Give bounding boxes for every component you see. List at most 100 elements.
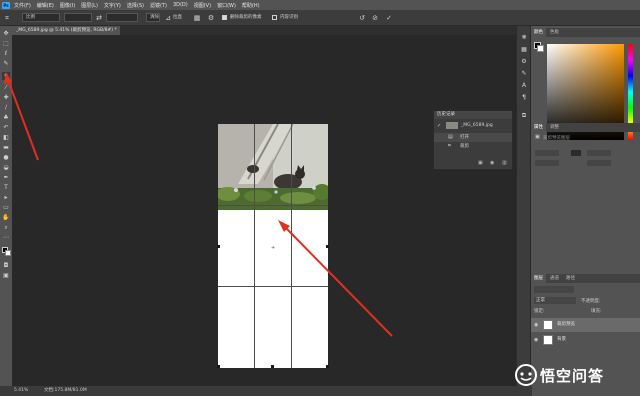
overlay-grid-icon[interactable]: ▦	[193, 14, 201, 22]
straighten-label[interactable]: 拉直	[173, 14, 182, 22]
adjustments-panel-icon[interactable]: ⚙	[520, 58, 528, 66]
menu-help[interactable]: 帮助(H)	[242, 2, 260, 9]
camera-icon[interactable]: ◉	[490, 160, 494, 166]
layer-name[interactable]: 裁剪预览	[557, 318, 575, 332]
canvas-area[interactable]: +	[12, 35, 532, 386]
snapshot-label: _MG_6589.jpg	[461, 123, 493, 128]
eyedropper-tool-icon[interactable]: ⁄	[2, 84, 10, 92]
tab-swatches[interactable]: 色板	[547, 28, 562, 37]
crop-tool-icon[interactable]: ⌗	[3, 14, 11, 22]
menu-select[interactable]: 选择(S)	[127, 2, 144, 9]
document-canvas[interactable]: +	[217, 124, 329, 368]
menu-image[interactable]: 图像(I)	[60, 2, 75, 9]
layers-panel-tabs: 图层 通道 路径	[531, 274, 640, 283]
gear-icon[interactable]: ⚙	[207, 14, 215, 22]
tab-layers[interactable]: 图层	[531, 274, 546, 283]
commit-check-icon[interactable]: ✓	[385, 14, 393, 22]
hand-tool-icon[interactable]: ✋	[2, 214, 10, 222]
history-brush-tool-icon[interactable]: ↶	[2, 124, 10, 132]
blur-tool-icon[interactable]: ●	[2, 154, 10, 162]
clear-button[interactable]: 清除	[146, 13, 160, 22]
menu-type[interactable]: 文字(Y)	[104, 2, 121, 9]
panel-background-swatch[interactable]	[537, 45, 544, 52]
move-tool-icon[interactable]: ✥	[2, 30, 10, 38]
layer-name[interactable]: 背景	[557, 333, 566, 347]
properties-x-field[interactable]	[535, 160, 559, 166]
ratio-select[interactable]: 比例	[22, 13, 60, 22]
type-tool-icon[interactable]: T	[2, 184, 10, 192]
character-panel-icon[interactable]: A	[520, 82, 528, 90]
menu-3d[interactable]: 3D(D)	[173, 2, 188, 8]
blend-mode-select[interactable]: 正常	[534, 297, 576, 304]
swatches-panel-icon[interactable]: ▦	[520, 46, 528, 54]
more-tools-icon[interactable]: ⋯	[2, 234, 10, 242]
tab-paths[interactable]: 路径	[563, 274, 578, 283]
menu-layer[interactable]: 图层(L)	[81, 2, 98, 9]
options-bar: ⌗ 比例 ⇄ 清除 ⊿ 拉直 ▦ ⚙ 删除裁剪的像素 内容识别 ↺ ⊘ ✓	[0, 10, 640, 26]
tab-adjustments[interactable]: 调整	[547, 123, 562, 132]
swap-icon[interactable]: ⇄	[95, 14, 103, 22]
background-color-swatch[interactable]	[5, 250, 11, 256]
pen-tool-icon[interactable]: ✒	[2, 174, 10, 182]
straighten-icon[interactable]: ⊿	[164, 14, 172, 22]
tab-properties[interactable]: 属性	[531, 123, 546, 132]
zoom-tool-icon[interactable]: ⌕	[2, 224, 10, 232]
color-panel-icon[interactable]: ❋	[520, 34, 528, 42]
content-aware-checkbox[interactable]	[272, 15, 277, 20]
crop-handle-bottom-right[interactable]	[326, 365, 329, 368]
menu-view[interactable]: 视图(V)	[194, 2, 211, 9]
paragraph-panel-icon[interactable]: ¶	[520, 94, 528, 102]
history-item[interactable]: ▤ 打开	[434, 133, 512, 142]
delete-cropped-checkbox[interactable]	[222, 15, 227, 20]
menu-file[interactable]: 文件(F)	[14, 2, 31, 9]
dodge-tool-icon[interactable]: ◒	[2, 164, 10, 172]
properties-y-field[interactable]	[587, 160, 611, 166]
history-item[interactable]: ⌗ 裁剪	[434, 142, 512, 151]
cancel-icon[interactable]: ⊘	[371, 14, 379, 22]
content-aware-label[interactable]: 内容识别	[280, 14, 298, 22]
trash-icon[interactable]: ▥	[502, 160, 507, 166]
healing-brush-tool-icon[interactable]: ✚	[2, 94, 10, 102]
tab-color[interactable]: 颜色	[531, 28, 546, 37]
reset-icon[interactable]: ↺	[358, 14, 366, 22]
gradient-tool-icon[interactable]: ▬	[2, 144, 10, 152]
tab-channels[interactable]: 通道	[547, 274, 562, 283]
properties-height-field[interactable]	[587, 150, 611, 156]
crop-handle-right[interactable]	[326, 245, 329, 248]
menu-edit[interactable]: 编辑(E)	[37, 2, 54, 9]
crop-tool-icon-active[interactable]: ⌗	[2, 72, 10, 80]
watermark-text: 悟空问答	[540, 367, 605, 385]
new-document-icon[interactable]: ▣	[478, 160, 483, 166]
document-tab[interactable]: _MG_6589.jpg @ 5.41% (裁剪预览, RGB/8#) *	[12, 26, 120, 35]
menu-window[interactable]: 窗口(W)	[217, 2, 236, 9]
history-panel-icon[interactable]: ⧉	[520, 112, 528, 120]
menu-filter[interactable]: 滤镜(T)	[150, 2, 167, 9]
rectangle-tool-icon[interactable]: ▭	[2, 204, 10, 212]
brush-tool-icon[interactable]: ∕	[2, 104, 10, 112]
link-icon[interactable]	[571, 150, 581, 156]
properties-width-field[interactable]	[535, 150, 559, 156]
zoom-level[interactable]: 5.41%	[14, 388, 28, 394]
marquee-tool-icon[interactable]: ⬚	[2, 40, 10, 48]
crop-handle-bottom[interactable]	[271, 365, 274, 368]
brush-panel-icon[interactable]: ✎	[520, 70, 528, 78]
quick-select-tool-icon[interactable]: ✎	[2, 60, 10, 68]
quick-mask-icon[interactable]: ◘	[2, 262, 10, 270]
screen-mode-icon[interactable]: ▣	[2, 272, 10, 280]
height-field[interactable]	[106, 13, 138, 22]
layer-row[interactable]: ◉ 背景	[531, 333, 640, 347]
width-field[interactable]	[64, 13, 92, 22]
delete-cropped-label[interactable]: 删除裁剪的像素	[230, 14, 262, 22]
layer-row[interactable]: ◉ 裁剪预览	[531, 318, 640, 332]
eraser-tool-icon[interactable]: ◧	[2, 134, 10, 142]
tools-panel: ✥ ⬚ ℓ ✎ ⌗ ⁄ ✚ ∕ ♣ ↶ ◧ ▬ ● ◒ ✒ T ▸ ▭ ✋ ⌕ …	[0, 26, 12, 386]
eye-icon[interactable]: ◉	[534, 333, 538, 347]
path-select-tool-icon[interactable]: ▸	[2, 194, 10, 202]
crop-handle-left[interactable]	[217, 245, 220, 248]
history-snapshot[interactable]: ✓ _MG_6589.jpg	[434, 121, 512, 130]
clone-stamp-tool-icon[interactable]: ♣	[2, 114, 10, 122]
lasso-tool-icon[interactable]: ℓ	[2, 50, 10, 58]
crop-handle-bottom-left[interactable]	[217, 365, 220, 368]
eye-icon[interactable]: ◉	[534, 318, 538, 332]
layer-filter-select[interactable]	[534, 286, 574, 293]
